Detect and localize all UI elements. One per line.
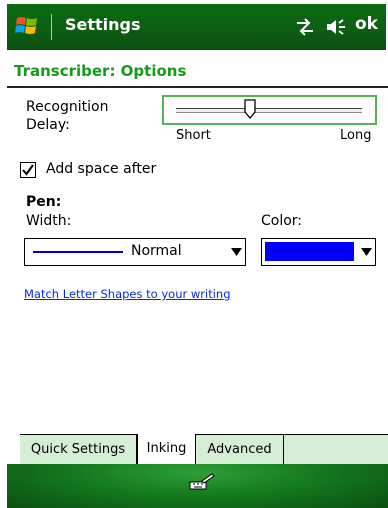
tab-quick-settings[interactable]: Quick Settings — [20, 435, 137, 464]
tab-advanced[interactable]: Advanced — [196, 435, 284, 464]
ok-button[interactable]: ok — [355, 14, 378, 34]
chevron-down-icon — [231, 248, 242, 256]
slider-thumb[interactable] — [244, 99, 257, 119]
color-label: Color: — [261, 213, 303, 229]
tab-inking[interactable]: Inking — [137, 433, 196, 465]
recognition-delay-slider[interactable] — [162, 95, 377, 125]
volume-icon[interactable] — [325, 17, 349, 37]
page-title: Settings — [65, 15, 141, 34]
slider-track — [176, 108, 362, 113]
add-space-checkbox[interactable] — [20, 162, 36, 178]
recognition-label: Recognition — [26, 99, 109, 115]
bottom-menu-bar — [7, 464, 388, 508]
chevron-down-icon — [361, 248, 372, 256]
title-bar: Settings ok — [7, 4, 386, 50]
match-letter-shapes-link[interactable]: Match Letter Shapes to your writing — [24, 287, 231, 301]
slider-max-label: Long — [340, 128, 372, 143]
connectivity-icon[interactable] — [294, 18, 316, 36]
tab-strip: Quick Settings Inking Advanced — [20, 433, 388, 465]
windows-flag-icon[interactable] — [14, 13, 40, 39]
pen-heading: Pen: — [26, 194, 62, 210]
title-separator — [51, 14, 52, 40]
pen-width-preview — [33, 251, 123, 253]
delay-label: Delay: — [26, 117, 70, 133]
page-subtitle: Transcriber: Options — [14, 62, 187, 80]
width-label: Width: — [26, 213, 72, 229]
check-icon — [22, 164, 34, 176]
keyboard-pen-icon[interactable] — [187, 471, 217, 493]
slider-min-label: Short — [176, 128, 211, 143]
pen-color-swatch — [265, 242, 354, 261]
add-space-label: Add space after — [46, 161, 157, 177]
pen-width-value: Normal — [131, 243, 182, 259]
pen-width-dropdown[interactable]: Normal — [24, 238, 246, 266]
pen-color-dropdown[interactable] — [261, 238, 376, 266]
divider — [7, 86, 388, 88]
